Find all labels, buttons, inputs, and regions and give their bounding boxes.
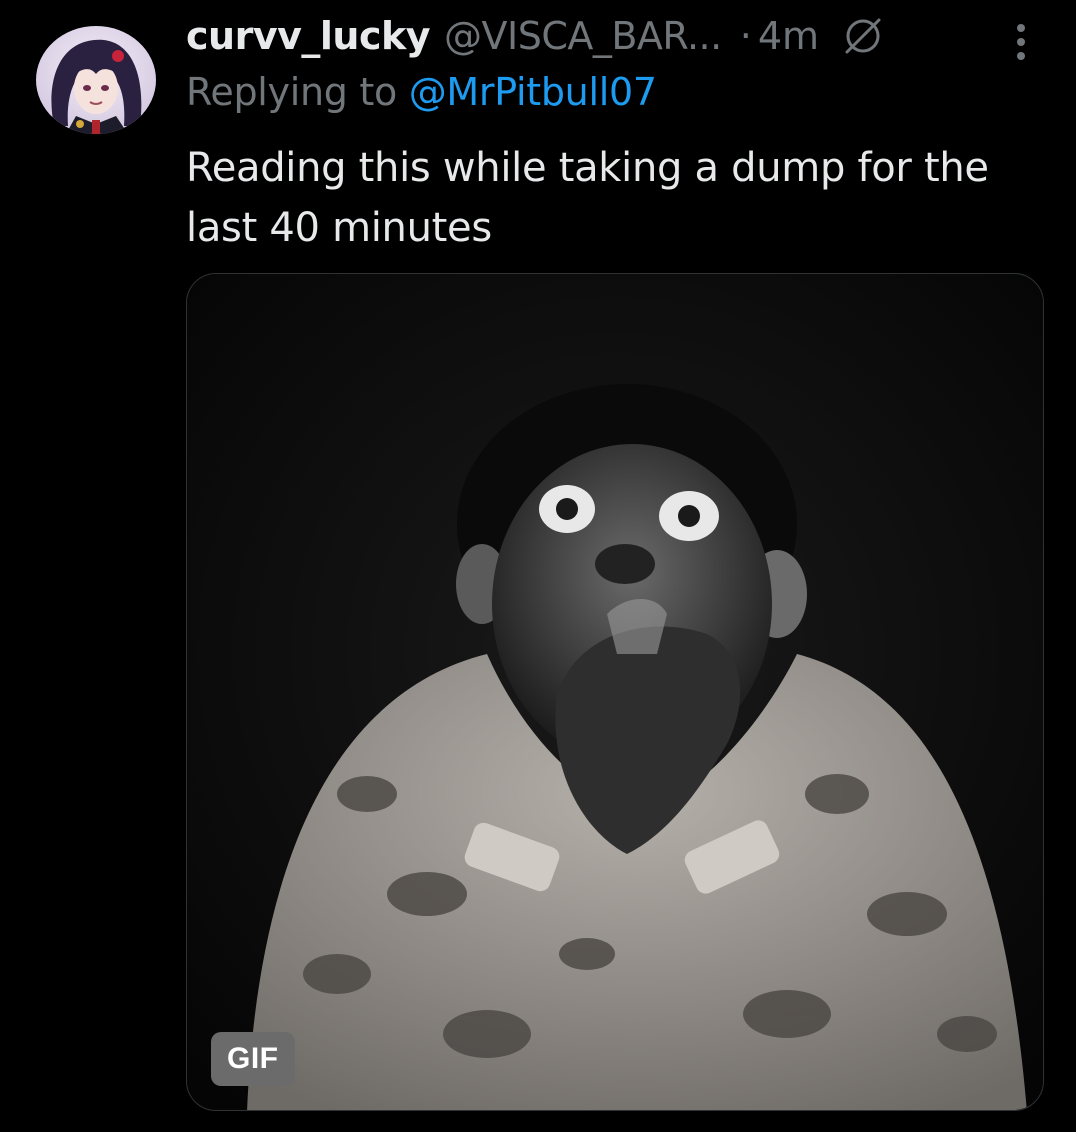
user-handle[interactable]: @VISCA_BAR... (444, 14, 722, 58)
tweet-header: curvv_lucky @VISCA_BAR... · 4m (186, 8, 885, 64)
gif-badge: GIF (211, 1032, 295, 1086)
replying-to-line: Replying to @MrPitbull07 (186, 70, 657, 114)
tweet[interactable]: curvv_lucky @VISCA_BAR... · 4m Replying … (0, 0, 1076, 1132)
replying-to-link[interactable]: @MrPitbull07 (409, 70, 657, 114)
more-vertical-icon[interactable] (1006, 14, 1036, 70)
timestamp[interactable]: 4m (758, 14, 819, 58)
gif-media[interactable]: GIF (186, 273, 1044, 1111)
replying-prefix: Replying to (186, 70, 397, 114)
display-name[interactable]: curvv_lucky (186, 14, 431, 58)
slashed-circle-icon[interactable] (841, 14, 885, 58)
user-avatar[interactable] (36, 26, 156, 134)
separator-dot: · (739, 14, 752, 58)
tweet-text: Reading this while taking a dump for the… (186, 145, 989, 251)
gif-frame-image (187, 274, 1043, 1110)
